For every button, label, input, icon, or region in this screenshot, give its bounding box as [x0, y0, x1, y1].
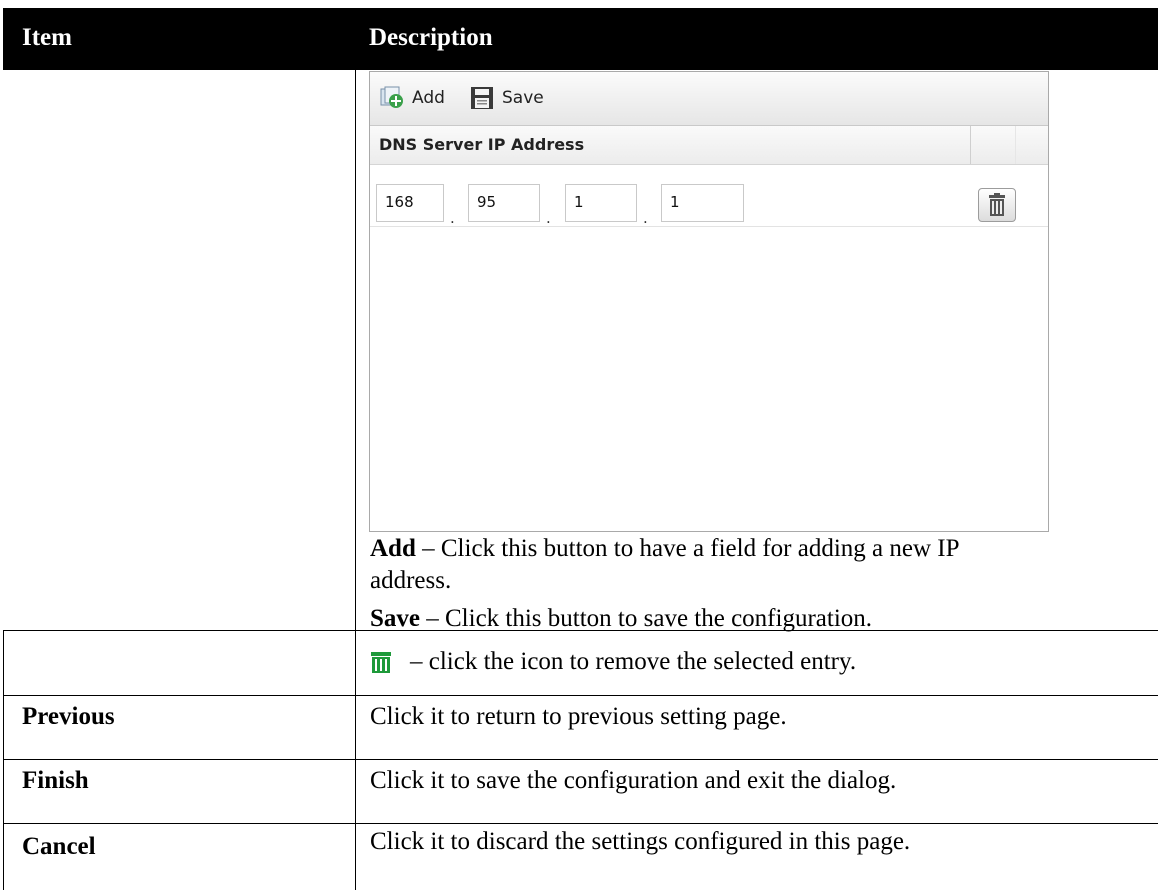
add-label: Add [412, 88, 445, 108]
dns-server-panel: Add Save DNS Server IP Address 168 . 95 … [369, 71, 1049, 532]
save-button[interactable]: Save [470, 86, 544, 110]
trash-description: – click the icon to remove the selected … [356, 648, 856, 676]
add-icon [380, 86, 404, 110]
save-label: Save [502, 88, 544, 108]
add-term: Add [370, 535, 416, 562]
dns-entry-row: 168 . 95 . 1 . 1 [370, 165, 1048, 227]
row-item-previous: Previous [22, 703, 115, 730]
column-separator [1015, 126, 1016, 164]
save-description: Save – Click this button to save the con… [356, 605, 872, 633]
ip-octet-4-input[interactable]: 1 [661, 184, 744, 222]
table-header: Item Description [3, 8, 1158, 70]
ip-separator: . [546, 209, 551, 227]
add-button[interactable]: Add [380, 86, 445, 110]
save-icon [470, 86, 494, 110]
row-divider [3, 759, 1158, 760]
column-header-label: DNS Server IP Address [379, 135, 585, 154]
trash-icon [371, 652, 391, 673]
save-text: – Click this button to save the configur… [420, 605, 873, 632]
delete-button[interactable] [978, 188, 1016, 222]
row-item-finish: Finish [22, 767, 89, 794]
trash-icon [989, 193, 1005, 216]
column-separator [970, 126, 971, 164]
row-description-cancel: Click it to discard the settings configu… [370, 828, 911, 855]
save-term: Save [370, 605, 420, 632]
ip-octet-3-input[interactable]: 1 [565, 184, 637, 222]
ip-separator: . [643, 209, 648, 227]
add-description: Add – Click this button to have a field … [356, 535, 960, 563]
row-item-cancel: Cancel [22, 833, 96, 860]
row-description-previous: Click it to return to previous setting p… [370, 703, 787, 730]
column-header: DNS Server IP Address [370, 126, 1048, 165]
add-text-2: address. [370, 567, 452, 594]
header-description: Description [369, 24, 493, 51]
header-item: Item [22, 24, 72, 51]
trash-text: – click the icon to remove the selected … [410, 648, 857, 675]
ip-octet-1-input[interactable]: 168 [376, 184, 444, 222]
row-divider [3, 695, 1158, 696]
panel-toolbar: Add Save [370, 72, 1048, 126]
row-divider [3, 823, 1158, 824]
ip-octet-2-input[interactable]: 95 [468, 184, 540, 222]
add-description-cont: address. [356, 567, 451, 595]
add-text: – Click this button to have a field for … [415, 535, 960, 562]
ip-separator: . [450, 209, 455, 227]
row-description-finish: Click it to save the configuration and e… [370, 767, 897, 794]
